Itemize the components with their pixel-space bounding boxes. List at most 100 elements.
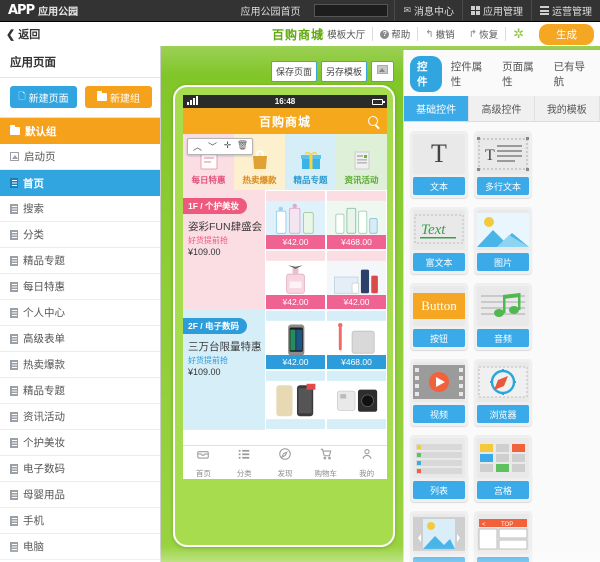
floor-banner[interactable]: 2F / 电子数码 三万台限量特惠 好货提前抢 ¥109.00: [183, 310, 265, 430]
panel-subtab-0[interactable]: 基础控件: [404, 96, 470, 121]
sidebar-item-11[interactable]: 资讯活动: [0, 404, 160, 430]
panel-tab-0[interactable]: 控件: [410, 56, 442, 92]
product-card[interactable]: ¥42.00: [326, 250, 387, 310]
document-icon: [10, 203, 18, 214]
document-icon: [10, 541, 18, 552]
category-tile-label: 热卖爆款: [242, 175, 277, 185]
product-card[interactable]: ¥468.00: [326, 310, 387, 370]
top-search-input[interactable]: [314, 4, 389, 17]
widget-label: 视频: [413, 405, 465, 423]
widget-gallery[interactable]: 画廊: [410, 511, 468, 562]
status-time: 16:48: [274, 97, 296, 106]
settings-button[interactable]: ✲: [506, 26, 531, 41]
panel-subtab-1[interactable]: 高级控件: [469, 96, 535, 121]
widget-audio[interactable]: 音频: [474, 283, 532, 350]
page-list: 默认组 启动页 首页 搜索 分类 精品专题 每日特惠 个人中心 高级表单 热卖爆款 精品专题 资讯活动…: [0, 117, 160, 562]
sidebar-item-15[interactable]: 手机: [0, 508, 160, 534]
floor-badge: 2F / 电子数码: [183, 318, 248, 334]
generate-button[interactable]: 生成: [539, 23, 594, 45]
compass-icon: [278, 447, 292, 466]
list-icon: [413, 438, 465, 478]
sidebar-item-4[interactable]: 分类: [0, 222, 160, 248]
new-page-button[interactable]: 🗋 新建页面: [10, 86, 77, 108]
tab-0[interactable]: 首页: [183, 446, 224, 479]
widget-multiline-text[interactable]: T 多行文本: [474, 131, 532, 198]
product-price: ¥468.00: [327, 355, 386, 369]
tab-4[interactable]: 我的: [346, 446, 387, 479]
widget-rich-text[interactable]: Text 富文本: [410, 207, 468, 274]
widget-video[interactable]: 视频: [410, 359, 468, 426]
widget-history-nav[interactable]: TOP < 历史导航: [474, 511, 532, 562]
sidebar-item-3[interactable]: 搜索: [0, 196, 160, 222]
sidebar-item-5[interactable]: 精品专题: [0, 248, 160, 274]
move-down-icon[interactable]: ﹀: [205, 140, 220, 153]
search-icon[interactable]: [368, 116, 378, 126]
sidebar-item-7[interactable]: 个人中心: [0, 300, 160, 326]
product-card[interactable]: [326, 370, 387, 430]
sidebar-item-1[interactable]: 启动页: [0, 144, 160, 170]
sidebar-item-0[interactable]: 默认组: [0, 118, 160, 144]
template-hall-label: 模板大厅: [327, 30, 366, 41]
product-card[interactable]: ¥42.00: [265, 310, 326, 370]
panel-tab-1[interactable]: 控件属性: [444, 56, 493, 92]
add-icon[interactable]: ✛: [220, 140, 235, 153]
document-icon: [10, 333, 18, 344]
sidebar-item-16[interactable]: 电脑: [0, 534, 160, 560]
floor-products: ¥42.00 ¥468.00 ¥42.00 ¥42.00: [265, 190, 387, 310]
save-page-button[interactable]: 保存页面: [270, 61, 317, 82]
panel-tabs: 控件 控件属性 页面属性 已有导航: [404, 50, 600, 96]
widget-grid[interactable]: 宫格: [474, 435, 532, 502]
product-card[interactable]: ¥42.00: [265, 190, 326, 250]
move-up-icon[interactable]: ︿: [190, 140, 205, 153]
sidebar-item-9[interactable]: 热卖爆款: [0, 352, 160, 378]
preview-button[interactable]: [371, 61, 394, 82]
sidebar-item-label: 默认组: [25, 125, 57, 138]
product-card[interactable]: ¥42.00: [265, 250, 326, 310]
widget-label: 浏览器: [477, 405, 529, 423]
new-page-label: 新建页面: [28, 93, 69, 105]
panel-subtab-2[interactable]: 我的模板: [534, 96, 600, 121]
widget-image[interactable]: 图片: [474, 207, 532, 274]
image-icon: [10, 152, 19, 161]
floor-banner[interactable]: 1F / 个护美妆 姿彩FUN肆盛会 好货提前抢 ¥109.00: [183, 190, 265, 310]
new-group-button[interactable]: 新建组: [85, 86, 152, 108]
widget-button[interactable]: Button 按钮: [410, 283, 468, 350]
panel-tab-3[interactable]: 已有导航: [547, 56, 596, 92]
sidebar-item-8[interactable]: 高级表单: [0, 326, 160, 352]
sidebar-item-2[interactable]: 首页: [0, 170, 160, 196]
undo-button[interactable]: ↰ 撤销: [418, 27, 461, 42]
sidebar-item-14[interactable]: 母婴用品: [0, 482, 160, 508]
panel-tab-2[interactable]: 页面属性: [495, 56, 544, 92]
top-link-home[interactable]: 应用公园首页: [232, 0, 308, 21]
sidebar-item-12[interactable]: 个护美妆: [0, 430, 160, 456]
tab-1[interactable]: 分类: [224, 446, 265, 479]
redo-button[interactable]: ↱ 恢复: [462, 27, 507, 41]
tab-3[interactable]: 购物车: [305, 446, 346, 479]
top-link-app-management[interactable]: 应用管理: [462, 0, 531, 21]
product-card[interactable]: ¥468.00: [326, 190, 387, 250]
widget-edit-toolbar: ︿ ﹀ ✛ 🗑: [187, 138, 253, 155]
widget-label: 文本: [413, 177, 465, 195]
sidebar-item-13[interactable]: 电子数码: [0, 456, 160, 482]
save-template-button[interactable]: 另存模板: [320, 61, 367, 82]
sidebar-item-6[interactable]: 每日特惠: [0, 274, 160, 300]
floor-section-1: 2F / 电子数码 三万台限量特惠 好货提前抢 ¥109.00 ¥42.00 ¥468.0…: [183, 310, 387, 430]
widget-browser[interactable]: 浏览器: [474, 359, 532, 426]
product-card[interactable]: [265, 370, 326, 430]
top-link-operations[interactable]: 运营管理: [531, 0, 600, 21]
back-button[interactable]: ❮ 返回: [0, 26, 40, 42]
page-plus-icon: 🗋: [18, 91, 26, 101]
pages-sidebar: 应用页面 🗋 新建页面 新建组 默认组 启动页 首页 搜索 分类 精品专题 每日特惠 个人中心…: [0, 46, 161, 562]
delete-icon[interactable]: 🗑: [235, 140, 250, 153]
tab-2[interactable]: 发现: [265, 446, 306, 479]
category-tile-2[interactable]: 精品专题: [285, 134, 336, 190]
widget-text-T[interactable]: T 文本: [410, 131, 468, 198]
widget-list[interactable]: 列表: [410, 435, 468, 502]
svg-text:Text: Text: [421, 222, 446, 238]
help-button[interactable]: ? 帮助: [373, 27, 419, 41]
top-link-messages[interactable]: ✉ 消息中心: [394, 0, 462, 21]
category-tile-3[interactable]: 资讯活动: [336, 134, 387, 190]
brand-logo-group[interactable]: APP 应用公园: [0, 3, 78, 18]
sidebar-item-label: 搜索: [23, 203, 44, 215]
sidebar-item-10[interactable]: 精品专题: [0, 378, 160, 404]
